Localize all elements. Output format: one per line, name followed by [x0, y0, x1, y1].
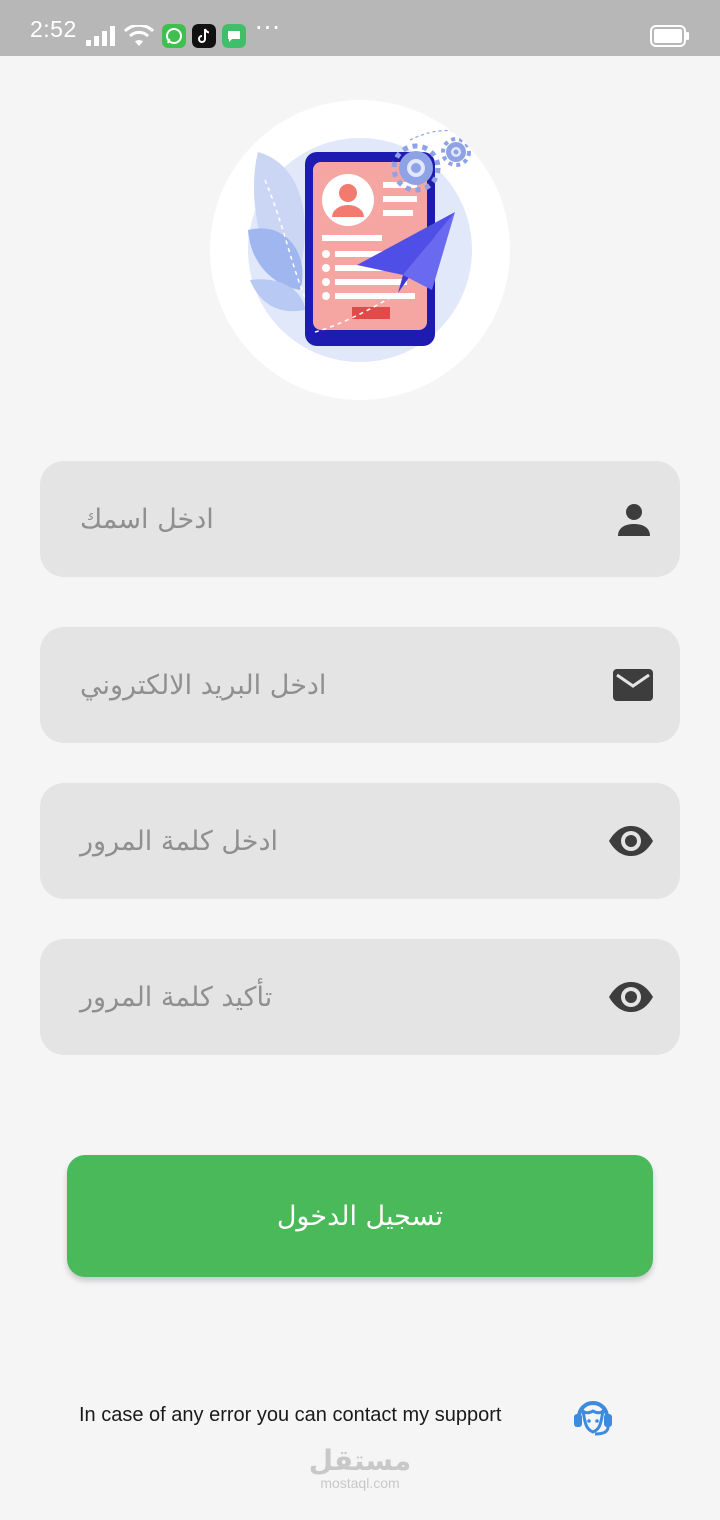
battery-icon [650, 25, 689, 47]
password-visibility-toggle[interactable] [608, 783, 654, 899]
wifi-icon [124, 25, 154, 46]
hero-illustration [210, 100, 510, 400]
confirm-password-field[interactable]: تأكيد كلمة المرور [40, 939, 680, 1055]
tiktok-icon [192, 24, 216, 48]
password-field[interactable]: ادخل كلمة المرور [40, 783, 680, 899]
email-field[interactable]: ادخل البريد الالكتروني [40, 627, 680, 743]
eye-icon [609, 982, 653, 1012]
confirm-password-visibility-toggle[interactable] [608, 939, 654, 1055]
login-button[interactable]: تسجيل الدخول [67, 1155, 653, 1277]
name-placeholder: ادخل اسمك [80, 503, 214, 535]
watermark-url: mostaql.com [320, 1475, 400, 1491]
eye-icon [609, 826, 653, 856]
person-icon-wrap [614, 461, 654, 577]
name-field[interactable]: ادخل اسمك [40, 461, 680, 577]
support-agent-icon[interactable] [571, 1397, 615, 1437]
profile-phone-illustration [248, 129, 472, 362]
watermark: مستقل mostaql.com [305, 1444, 415, 1491]
watermark-logo: مستقل [308, 1444, 412, 1477]
status-bar: 2:52 ··· [0, 0, 720, 56]
confirm-password-placeholder: تأكيد كلمة المرور [80, 981, 273, 1013]
person-icon [618, 504, 650, 536]
whatsapp-icon [162, 24, 186, 48]
more-notifications: ··· [255, 14, 281, 42]
status-time: 2:52 [30, 16, 77, 42]
messages-icon [222, 24, 246, 48]
email-placeholder: ادخل البريد الالكتروني [80, 669, 327, 701]
mail-icon [613, 669, 653, 701]
signal-icon [86, 26, 115, 46]
password-placeholder: ادخل كلمة المرور [80, 825, 279, 857]
login-button-label: تسجيل الدخول [276, 1200, 444, 1232]
support-text: In case of any error you can contact my … [79, 1404, 502, 1426]
